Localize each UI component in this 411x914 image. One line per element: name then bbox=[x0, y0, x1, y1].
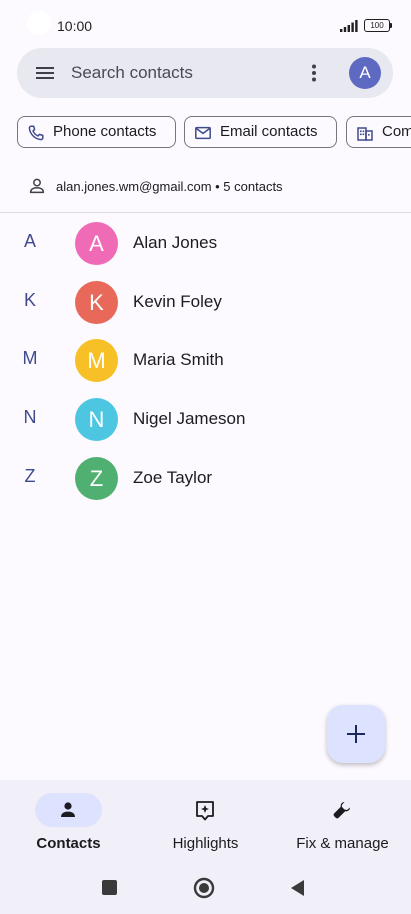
home-circle-icon bbox=[193, 877, 215, 899]
search-input[interactable]: Search contacts bbox=[71, 63, 193, 83]
section-letter: N bbox=[23, 407, 37, 428]
highlights-icon bbox=[196, 801, 214, 821]
chip-phone-contacts[interactable]: Phone contacts bbox=[17, 116, 176, 148]
contact-name: Zoe Taylor bbox=[133, 467, 213, 487]
nav-pill bbox=[35, 793, 102, 827]
nav-contacts[interactable]: Contacts bbox=[0, 793, 137, 863]
divider bbox=[0, 212, 411, 213]
nav-pill bbox=[309, 793, 376, 827]
section-letter: A bbox=[23, 231, 36, 251]
section-letter: K bbox=[23, 289, 36, 310]
nav-label: Contacts bbox=[36, 835, 101, 852]
contact-name: Kevin Foley bbox=[133, 291, 222, 311]
section-letter: M bbox=[22, 348, 38, 369]
status-time: 10:00 bbox=[57, 18, 93, 34]
square-icon bbox=[102, 880, 117, 895]
nav-label: Highlights bbox=[172, 835, 239, 852]
plus-icon bbox=[347, 725, 365, 743]
contact-row-maria-smith[interactable]: M M Maria Smith bbox=[0, 331, 411, 390]
contact-name: Nigel Jameson bbox=[133, 409, 246, 429]
contact-row-nigel-jameson[interactable]: N N Nigel Jameson bbox=[0, 390, 411, 449]
contact-avatar: N bbox=[75, 398, 118, 442]
contact-avatar: K bbox=[75, 280, 118, 324]
menu-icon[interactable] bbox=[35, 63, 55, 83]
status-bar: 10:00 100 bbox=[0, 0, 411, 52]
status-icons: 100 bbox=[340, 19, 392, 32]
bottom-nav: Contacts Highlights Fix & manage bbox=[0, 780, 411, 914]
nav-highlights[interactable]: Highlights bbox=[137, 793, 274, 863]
nav-label: Fix & manage bbox=[296, 835, 389, 852]
contact-row-kevin-foley[interactable]: K K Kevin Foley bbox=[0, 273, 411, 332]
chip-email-contacts[interactable]: Email contacts bbox=[184, 116, 337, 148]
back-button[interactable] bbox=[280, 870, 316, 906]
contact-avatar: Z bbox=[75, 456, 118, 500]
back-triangle-icon bbox=[291, 880, 304, 896]
account-summary: alan.jones.wm@gmail.com • 5 contacts bbox=[28, 176, 283, 196]
signal-icon bbox=[340, 19, 358, 32]
filter-chips: Phone contacts Email contacts Com bbox=[17, 116, 411, 150]
nav-pill bbox=[172, 793, 239, 827]
contact-list: A A Alan Jones K K Kevin Foley M M Maria… bbox=[0, 214, 411, 507]
mail-icon bbox=[195, 126, 211, 140]
chip-label: Com bbox=[382, 123, 411, 140]
account-text: alan.jones.wm@gmail.com • 5 contacts bbox=[56, 178, 283, 194]
contact-name: Maria Smith bbox=[133, 350, 224, 370]
chip-company[interactable]: Com bbox=[346, 116, 411, 148]
person-outline-icon bbox=[29, 178, 45, 194]
status-dot bbox=[27, 11, 51, 35]
nav-fix-manage[interactable]: Fix & manage bbox=[274, 793, 411, 863]
wrench-icon bbox=[333, 802, 350, 819]
account-avatar[interactable]: A bbox=[349, 57, 381, 89]
section-letter: Z bbox=[24, 465, 36, 486]
chip-label: Phone contacts bbox=[53, 123, 157, 140]
system-nav-bar bbox=[0, 870, 411, 906]
contact-name: Alan Jones bbox=[133, 233, 218, 252]
contact-avatar: M bbox=[75, 339, 118, 383]
add-contact-button[interactable] bbox=[327, 705, 385, 763]
battery-icon: 100 bbox=[364, 19, 392, 32]
contact-row-alan-jones[interactable]: A A Alan Jones bbox=[0, 214, 411, 273]
contact-avatar: A bbox=[75, 222, 118, 265]
chip-label: Email contacts bbox=[220, 123, 318, 140]
contact-row-zoe-taylor[interactable]: Z Z Zoe Taylor bbox=[0, 449, 411, 508]
phone-icon bbox=[28, 125, 44, 141]
home-button[interactable] bbox=[186, 870, 222, 906]
search-bar[interactable]: Search contacts A bbox=[17, 48, 393, 98]
recents-button[interactable] bbox=[92, 870, 128, 906]
building-icon bbox=[357, 127, 373, 141]
person-icon bbox=[61, 802, 75, 817]
more-vert-icon[interactable] bbox=[303, 62, 325, 84]
